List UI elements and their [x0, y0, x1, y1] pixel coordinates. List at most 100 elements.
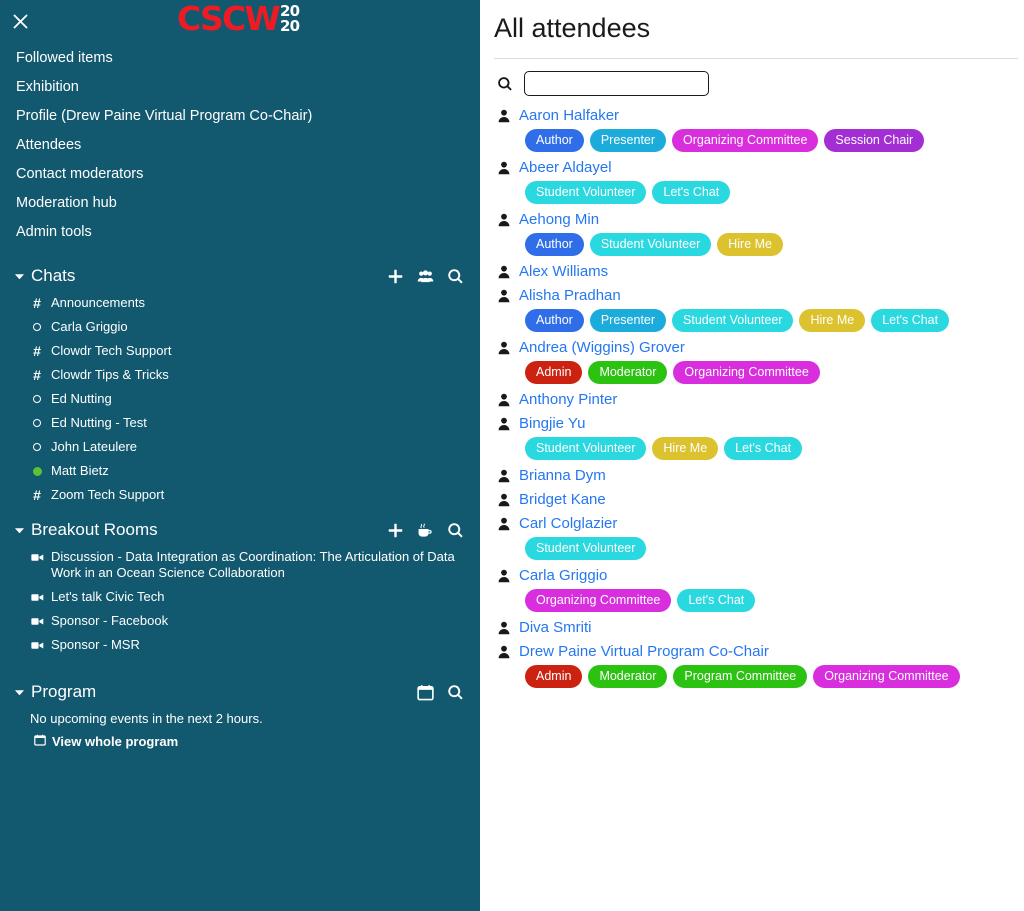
sidebar-item-moderation-hub[interactable]: Moderation hub: [0, 189, 480, 218]
chat-item[interactable]: John Lateulere: [30, 435, 464, 459]
badge[interactable]: Author: [525, 309, 584, 332]
chat-item[interactable]: # Announcements: [30, 291, 464, 315]
chat-item[interactable]: # Zoom Tech Support: [30, 483, 464, 507]
attendee-name-link[interactable]: Drew Paine Virtual Program Co-Chair: [519, 643, 769, 661]
badge[interactable]: Student Volunteer: [525, 537, 647, 560]
attendee-badges: Admin Moderator Organizing Committee: [480, 360, 1024, 388]
badge[interactable]: Program Committee: [673, 665, 808, 688]
chevron-down-icon[interactable]: [12, 523, 26, 537]
attendee-name-row: Carla Griggio: [480, 564, 1024, 588]
attendee-name-link[interactable]: Diva Smriti: [519, 619, 592, 637]
plus-icon[interactable]: [386, 267, 404, 285]
program-section-title[interactable]: Program: [31, 682, 416, 702]
view-whole-program-link[interactable]: View whole program: [0, 730, 480, 753]
badge[interactable]: Organizing Committee: [813, 665, 960, 688]
badge[interactable]: Let's Chat: [724, 437, 803, 460]
badge[interactable]: Student Volunteer: [525, 437, 647, 460]
chat-item-label: Announcements: [51, 295, 145, 310]
attendee-name-link[interactable]: Anthony Pinter: [519, 391, 617, 409]
attendee-name-link[interactable]: Bingjie Yu: [519, 415, 585, 433]
attendee-row: Alex Williams: [480, 260, 1024, 284]
chat-item[interactable]: Ed Nutting - Test: [30, 411, 464, 435]
badge[interactable]: Presenter: [589, 129, 667, 152]
attendee-name-link[interactable]: Alisha Pradhan: [519, 287, 621, 305]
badge[interactable]: Session Chair: [824, 129, 925, 152]
sidebar-item-exhibition[interactable]: Exhibition: [0, 73, 480, 102]
person-icon: [496, 492, 511, 508]
sidebar-item-followed-items[interactable]: Followed items: [0, 44, 480, 73]
attendee-badges: Student Volunteer: [480, 536, 1024, 564]
breakout-room-item[interactable]: Sponsor - Facebook: [30, 609, 464, 633]
sidebar-header: CSCW 20 20: [0, 0, 480, 44]
chat-item[interactable]: # Clowdr Tips & Tricks: [30, 363, 464, 387]
badge[interactable]: Moderator: [588, 361, 668, 384]
badge[interactable]: Hire Me: [652, 437, 719, 460]
attendee-name-link[interactable]: Aehong Min: [519, 211, 599, 229]
person-icon: [496, 568, 511, 584]
badge[interactable]: Admin: [525, 361, 583, 384]
badge[interactable]: Let's Chat: [871, 309, 950, 332]
search-icon[interactable]: [446, 521, 464, 539]
search-input[interactable]: [524, 71, 709, 96]
attendee-row: Aehong Min Author Student Volunteer Hire Me: [480, 208, 1024, 260]
logo-text: CSCW: [177, 0, 281, 38]
video-camera-icon: [30, 613, 44, 629]
coffee-cup-icon[interactable]: [416, 521, 434, 539]
badge[interactable]: Student Volunteer: [672, 309, 794, 332]
badge[interactable]: Organizing Committee: [672, 129, 819, 152]
chevron-down-icon[interactable]: [12, 269, 26, 283]
badge[interactable]: Presenter: [589, 309, 667, 332]
attendee-name-link[interactable]: Bridget Kane: [519, 491, 606, 509]
search-icon[interactable]: [446, 683, 464, 701]
badge[interactable]: Admin: [525, 665, 583, 688]
breakout-room-item[interactable]: Discussion - Data Integration as Coordin…: [30, 545, 464, 585]
chat-item[interactable]: Ed Nutting: [30, 387, 464, 411]
badge[interactable]: Let's Chat: [677, 589, 756, 612]
chevron-down-icon[interactable]: [12, 685, 26, 699]
chat-item[interactable]: # Clowdr Tech Support: [30, 339, 464, 363]
breakout-rooms-list: Discussion - Data Integration as Coordin…: [0, 545, 480, 657]
attendee-list: Aaron Halfaker Author Presenter Organizing …: [480, 104, 1024, 692]
person-icon: [496, 264, 511, 280]
attendee-name-link[interactable]: Carla Griggio: [519, 567, 607, 585]
badge[interactable]: Author: [525, 233, 584, 256]
attendee-name-row: Abeer Aldayel: [480, 156, 1024, 180]
chat-item-label: Ed Nutting: [51, 391, 112, 406]
status-offline-icon: [30, 439, 44, 455]
plus-icon[interactable]: [386, 521, 404, 539]
breakout-rooms-section-title[interactable]: Breakout Rooms: [31, 520, 386, 540]
search-icon[interactable]: [446, 267, 464, 285]
calendar-icon[interactable]: [416, 683, 434, 701]
chat-item[interactable]: Carla Griggio: [30, 315, 464, 339]
chat-item[interactable]: Matt Bietz: [30, 459, 464, 483]
chats-section-title[interactable]: Chats: [31, 266, 386, 286]
badge[interactable]: Moderator: [588, 665, 668, 688]
badge[interactable]: Organizing Committee: [673, 361, 820, 384]
attendee-name-link[interactable]: Brianna Dym: [519, 467, 606, 485]
badge[interactable]: Student Volunteer: [525, 181, 647, 204]
attendee-row: Diva Smriti: [480, 616, 1024, 640]
attendee-badges: Student Volunteer Hire Me Let's Chat: [480, 436, 1024, 464]
badge[interactable]: Hire Me: [717, 233, 783, 256]
sidebar-item-contact-moderators[interactable]: Contact moderators: [0, 160, 480, 189]
badge[interactable]: Hire Me: [799, 309, 866, 332]
badge[interactable]: Author: [525, 129, 584, 152]
people-group-icon[interactable]: [416, 267, 434, 285]
status-offline-icon: [30, 319, 44, 335]
breakout-room-item[interactable]: Let's talk Civic Tech: [30, 585, 464, 609]
breakout-room-item[interactable]: Sponsor - MSR: [30, 633, 464, 657]
sidebar-item-attendees[interactable]: Attendees: [0, 131, 480, 160]
badge[interactable]: Student Volunteer: [589, 233, 712, 256]
attendee-name-link[interactable]: Andrea (Wiggins) Grover: [519, 339, 685, 357]
sidebar-item-admin-tools[interactable]: Admin tools: [0, 218, 480, 247]
attendee-name-link[interactable]: Abeer Aldayel: [519, 159, 612, 177]
attendee-row: Brianna Dym: [480, 464, 1024, 488]
close-icon[interactable]: [8, 9, 32, 33]
badge[interactable]: Let's Chat: [652, 181, 731, 204]
attendee-name-link[interactable]: Alex Williams: [519, 263, 608, 281]
badge[interactable]: Organizing Committee: [525, 589, 672, 612]
sidebar-item-profile[interactable]: Profile (Drew Paine Virtual Program Co-C…: [0, 102, 480, 131]
person-icon: [496, 416, 511, 432]
attendee-name-link[interactable]: Carl Colglazier: [519, 515, 617, 533]
attendee-name-link[interactable]: Aaron Halfaker: [519, 107, 619, 125]
